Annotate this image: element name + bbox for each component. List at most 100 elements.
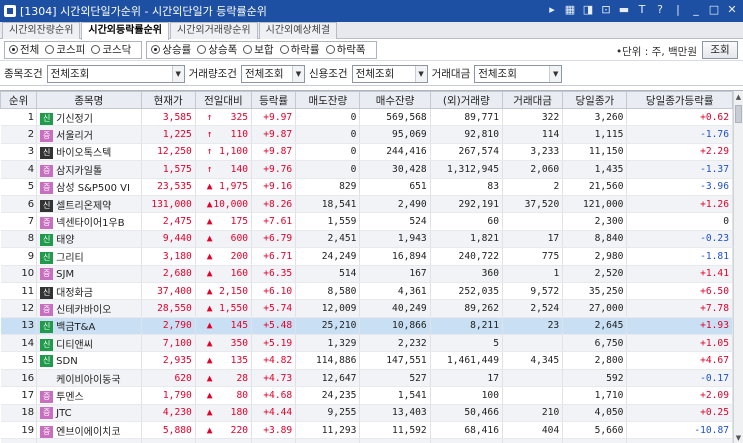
- rank-radio-4[interactable]: 하락폭: [325, 42, 366, 57]
- table-row[interactable]: 17 증 투멘스 1,790 ▲ 80 +4.68 24,235 1,541 100 1,710 +2…: [0, 386, 733, 405]
- title-bar-icon-9[interactable]: □: [707, 3, 721, 17]
- chevron-down-icon[interactable]: ▼: [414, 65, 427, 82]
- stock-name-cell[interactable]: 증 넥센타이어1우B: [36, 212, 142, 231]
- column-header-8[interactable]: 거래대금: [501, 91, 564, 109]
- table-row[interactable]: 7 증 넥센타이어1우B 2,475 ▲ 175 +7.61 1,559 524 60 2,300 0: [0, 212, 733, 231]
- table-row[interactable]: 15 신 SDN 2,935 ▲ 135 +4.82 114,886 147,551 1,461,…: [0, 351, 733, 370]
- stock-name-cell[interactable]: 증 JTC: [36, 404, 142, 423]
- column-header-0[interactable]: 순위: [0, 91, 38, 109]
- stock-name-cell[interactable]: 신 백금T&A: [36, 317, 142, 336]
- column-header-6[interactable]: 매수잔량: [359, 91, 431, 109]
- market-radio-0[interactable]: 전체: [9, 42, 39, 57]
- title-bar-icon-1[interactable]: ▦: [563, 3, 577, 17]
- current-price: 5,880: [141, 421, 196, 440]
- column-header-4[interactable]: 등락률: [250, 91, 297, 109]
- stock-name-cell[interactable]: 증 서울리거: [36, 125, 142, 144]
- column-header-1[interactable]: 종목명: [36, 91, 142, 109]
- filter-select-3[interactable]: 전체조회 ▼: [474, 64, 563, 83]
- market-radio-dot-0[interactable]: [9, 45, 18, 54]
- rank-radio-0[interactable]: 상승률: [151, 42, 191, 57]
- table-row[interactable]: 3 신 바이오톡스텍 12,250 ↑ 1,100 +9.87 0 244,416 267,574…: [0, 143, 733, 162]
- stock-name-cell[interactable]: 신 셀트리온제약: [36, 195, 142, 214]
- rank-radio-1[interactable]: 상승폭: [197, 42, 237, 57]
- market-radio-dot-2[interactable]: [91, 45, 101, 54]
- tab-0[interactable]: 시간외잔량순위: [2, 22, 81, 39]
- rank-radio-dot-2[interactable]: [243, 45, 253, 54]
- table-row[interactable]: 19 증 엔브이에이치코 5,880 ▲ 220 +3.89 11,293 11,592 68,4…: [0, 421, 733, 440]
- title-bar-icon-5[interactable]: T: [635, 3, 649, 17]
- stock-name-cell[interactable]: 신 기신정기: [36, 108, 142, 127]
- chevron-down-icon[interactable]: ▼: [291, 65, 304, 82]
- table-row[interactable]: 16 케이비아이동국 620 ▲ 28 +4.73 12,647 527 17 592 -0.17: [0, 369, 733, 388]
- title-bar-icon-0[interactable]: ▸: [545, 3, 559, 17]
- rank-radio-2[interactable]: 보합: [243, 42, 274, 57]
- stock-name-cell[interactable]: 증 투멘스: [36, 386, 142, 405]
- stock-name-cell[interactable]: 증 SJM: [36, 265, 142, 283]
- column-header-2[interactable]: 현재가: [140, 91, 196, 109]
- table-row[interactable]: 4 증 삼지카일톨 1,575 ↑ 140 +9.76 0 30,428 1,312,945 2,0…: [0, 160, 733, 179]
- rank-radio-dot-0[interactable]: [151, 45, 161, 54]
- stock-name-cell[interactable]: 신 SDN: [36, 351, 142, 370]
- tab-1[interactable]: 시간외등락률순위: [81, 22, 170, 40]
- rank-radio-3[interactable]: 하락률: [279, 42, 320, 57]
- table-row[interactable]: 20증신한 인버스 2X2,485▲90+3.7612,4007,2955,69…: [0, 438, 733, 443]
- sell-remain: 18,541: [295, 195, 361, 214]
- title-bar-icon-7[interactable]: |: [671, 3, 685, 17]
- table-row[interactable]: 11 신 대정화금 37,400 ▲ 2,150 +6.10 8,580 4,361 252,03…: [0, 282, 733, 301]
- stock-name-cell[interactable]: 증 엔브이에이치코: [36, 421, 142, 440]
- filter-select-2[interactable]: 전체조회 ▼: [351, 64, 428, 83]
- table-row[interactable]: 8 신 태양 9,440 ▲ 600 +6.79 2,451 1,943 1,821 17 8,840…: [0, 230, 733, 249]
- column-header-7[interactable]: (외)거래량: [429, 91, 503, 109]
- stock-name-cell[interactable]: 케이비아이동국: [36, 369, 142, 388]
- market-radio-2[interactable]: 코스닥: [91, 42, 131, 57]
- stock-name-cell[interactable]: 신 바이오톡스텍: [36, 143, 142, 162]
- table-row[interactable]: 2 증 서울리거 1,225 ↑ 110 +9.87 0 95,069 92,810 114 1,11…: [0, 125, 733, 144]
- stock-name-cell[interactable]: 증 삼성 S&P500 VI: [36, 178, 142, 196]
- table-row[interactable]: 9 신 그리티 3,180 ▲ 200 +6.71 24,249 16,894 240,722 77…: [0, 247, 733, 266]
- table-row[interactable]: 1 신 기신정기 3,585 ↑ 325 +9.97 0 569,568 89,771 322 3,2…: [0, 108, 733, 127]
- stock-name-cell[interactable]: 신 태양: [36, 230, 142, 249]
- stock-name-cell[interactable]: 신 디티앤씨: [36, 334, 142, 353]
- table-row[interactable]: 18 증 JTC 4,230 ▲ 180 +4.44 9,255 13,403 50,466 210…: [0, 404, 733, 423]
- scroll-thumb[interactable]: [735, 105, 742, 123]
- sell-remain: 114,886: [295, 351, 361, 370]
- market-radio-dot-1[interactable]: [45, 45, 55, 54]
- title-bar-icon-10[interactable]: ✕: [725, 3, 739, 17]
- table-row[interactable]: 13 신 백금T&A 2,790 ▲ 145 +5.48 25,210 10,866 8,211 2…: [0, 317, 733, 336]
- sell-remain: 24,249: [295, 247, 361, 266]
- stock-name-cell[interactable]: 증 삼지카일톨: [36, 160, 142, 179]
- title-bar-icon-6[interactable]: ?: [653, 3, 667, 17]
- column-header-10[interactable]: 당일종가등락률: [626, 91, 733, 109]
- tab-2[interactable]: 시간외거래량순위: [170, 22, 258, 39]
- market-radio-1[interactable]: 코스피: [45, 42, 85, 57]
- stock-name-cell[interactable]: 신 대정화금: [36, 282, 142, 301]
- table-row[interactable]: 14 신 디티앤씨 7,100 ▲ 350 +5.19 1,329 2,232 5 6,750 +1.…: [0, 334, 733, 353]
- table-row[interactable]: 6 신 셀트리온제약 131,000 ▲ 10,000 +8.26 18,541 2,490 29…: [0, 195, 733, 214]
- title-bar-icon-8[interactable]: _: [689, 3, 703, 17]
- title-bar-icon-2[interactable]: ◨: [581, 3, 595, 17]
- filter-select-1[interactable]: 전체조회 ▼: [240, 64, 305, 83]
- filter-select-0[interactable]: 전체조회 ▼: [46, 64, 185, 83]
- rank-radio-dot-1[interactable]: [197, 45, 207, 54]
- stock-name-cell[interactable]: 신 그리티: [36, 247, 142, 266]
- stock-name-cell[interactable]: 증 신테카바이오: [36, 299, 142, 318]
- rank-radio-dot-4[interactable]: [325, 45, 335, 54]
- chevron-down-icon[interactable]: ▼: [549, 65, 562, 82]
- scroll-down-icon[interactable]: ▼: [734, 432, 743, 443]
- stock-name-cell[interactable]: 증신한 인버스 2X: [36, 438, 142, 443]
- vertical-scrollbar[interactable]: ▲ ▼: [733, 91, 743, 443]
- column-header-9[interactable]: 당일종가: [562, 91, 628, 109]
- tab-3[interactable]: 시간외예상체결: [258, 22, 338, 39]
- title-bar-icon-3[interactable]: ⊡: [599, 3, 613, 17]
- table-row[interactable]: 12 증 신테카바이오 28,550 ▲ 1,550 +5.74 12,009 40,249 89…: [0, 299, 733, 318]
- scroll-up-icon[interactable]: ▲: [734, 91, 743, 103]
- column-header-5[interactable]: 매도잔량: [295, 91, 361, 109]
- title-bar-icon-4[interactable]: ▬: [617, 3, 631, 17]
- table-row[interactable]: 10 증 SJM 2,680 ▲ 160 +6.35 514 167 360 1 2,520 +1.41: [0, 265, 733, 283]
- column-header-3[interactable]: 전일대비: [194, 91, 253, 109]
- chevron-down-icon[interactable]: ▼: [171, 65, 184, 82]
- rank-radio-dot-3[interactable]: [279, 45, 289, 54]
- table-row[interactable]: 5 증 삼성 S&P500 VI 23,535 ▲ 1,975 +9.16 829 651 83 2…: [0, 178, 733, 196]
- volume: 100: [430, 386, 503, 405]
- view-button[interactable]: 조회: [702, 41, 738, 59]
